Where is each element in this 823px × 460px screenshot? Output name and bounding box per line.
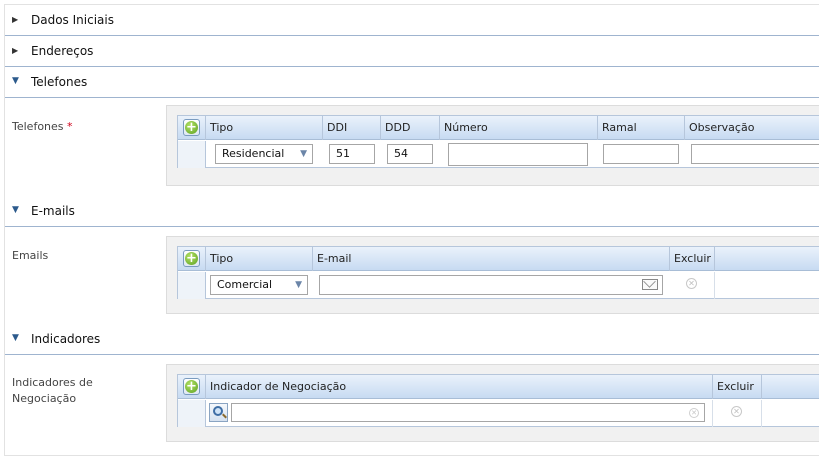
section-title: Dados Iniciais — [31, 13, 114, 27]
section-dados-iniciais[interactable]: ▶ Dados Iniciais — [5, 5, 819, 36]
observacao-input[interactable] — [691, 144, 819, 164]
telefones-grid: + Tipo DDI DDD Número Ramal Observação R… — [177, 115, 819, 168]
chevron-down-icon: ▼ — [295, 280, 302, 290]
add-cell: + — [178, 116, 206, 140]
triangle-right-icon: ▶ — [12, 46, 19, 55]
magnifier-handle — [222, 413, 227, 419]
label-text: Telefones — [12, 120, 64, 133]
grid-header: + Tipo E-mail Excluir — [178, 247, 819, 271]
emails-grid: + Tipo E-mail Excluir ✕ Comercial ▼ — [177, 246, 819, 299]
clear-icon[interactable]: ✕ — [689, 408, 699, 418]
indicadores-grid: + Indicador de Negociação Excluir ✕ ✕ — [177, 374, 819, 427]
add-cell: + — [178, 247, 206, 271]
section-title: Telefones — [31, 75, 88, 89]
excluir-cell: ✕ — [713, 400, 762, 427]
indicadores-field-label: Indicadores de Negociação — [12, 375, 93, 407]
indicadores-panel: + Indicador de Negociação Excluir ✕ ✕ — [166, 364, 819, 442]
col-numero: Número — [440, 116, 598, 140]
required-mark: * — [67, 120, 73, 133]
triangle-down-icon: ▼ — [12, 333, 19, 343]
ramal-input[interactable] — [603, 144, 679, 164]
col-excluir: Excluir — [713, 375, 762, 399]
grid-header: + Tipo DDI DDD Número Ramal Observação — [178, 116, 819, 140]
section-telefones[interactable]: ▼ Telefones — [5, 67, 819, 98]
tipo-select[interactable]: Residencial ▼ — [215, 144, 313, 164]
section-title: Indicadores — [31, 332, 101, 346]
col-ramal: Ramal — [598, 116, 685, 140]
add-row-button[interactable]: + — [183, 250, 200, 267]
row-selector — [178, 141, 206, 168]
col-tipo: Tipo — [206, 247, 313, 271]
col-ddd: DDD — [381, 116, 440, 140]
grid-header: + Indicador de Negociação Excluir — [178, 375, 819, 399]
col-indicador: Indicador de Negociação — [206, 375, 713, 399]
triangle-down-icon: ▼ — [12, 76, 19, 86]
ddi-input[interactable]: 51 — [329, 144, 375, 164]
telefones-field-label: Telefones * — [12, 119, 73, 135]
close-circle-icon[interactable]: ✕ — [686, 278, 697, 289]
envelope-icon — [642, 279, 658, 290]
col-tipo: Tipo — [206, 116, 323, 140]
col-email: E-mail — [313, 247, 670, 271]
triangle-right-icon: ▶ — [12, 15, 19, 24]
indicador-input[interactable]: ✕ — [231, 403, 705, 422]
section-emails[interactable]: ▼ E-mails — [5, 196, 819, 227]
label-line: Indicadores de — [12, 376, 93, 389]
section-enderecos[interactable]: ▶ Endereços — [5, 36, 819, 67]
email-input[interactable] — [319, 275, 663, 295]
close-circle-icon[interactable]: ✕ — [731, 406, 742, 417]
plus-circle-icon: + — [185, 379, 198, 394]
form-frame: ▶ Dados Iniciais ▶ Endereços ▼ Telefones… — [4, 4, 819, 456]
triangle-down-icon: ▼ — [12, 205, 19, 215]
email-tipo-select[interactable]: Comercial ▼ — [210, 275, 308, 295]
add-row-button[interactable]: + — [183, 378, 200, 395]
add-row-button[interactable]: + — [183, 119, 200, 136]
numero-input[interactable] — [448, 143, 588, 166]
emails-panel: + Tipo E-mail Excluir ✕ Comercial ▼ — [166, 236, 819, 314]
section-indicadores[interactable]: ▼ Indicadores — [5, 324, 819, 355]
col-ddi: DDI — [323, 116, 381, 140]
plus-circle-icon: + — [185, 120, 198, 135]
col-excluir: Excluir — [670, 247, 715, 271]
emails-field-label: Emails — [12, 249, 49, 262]
section-title: E-mails — [31, 204, 75, 218]
row-selector — [178, 400, 206, 427]
excluir-cell: ✕ — [670, 272, 715, 299]
col-observacao: Observação — [689, 121, 755, 134]
search-button[interactable] — [209, 403, 228, 422]
chevron-down-icon: ▼ — [300, 149, 307, 159]
row-selector — [178, 272, 206, 299]
tipo-value: Comercial — [217, 278, 273, 291]
ddd-input[interactable]: 54 — [387, 144, 433, 164]
tipo-value: Residencial — [222, 147, 285, 160]
telefones-panel: + Tipo DDI DDD Número Ramal Observação R… — [166, 105, 819, 186]
add-cell: + — [178, 375, 206, 399]
label-line: Negociação — [12, 392, 77, 405]
plus-circle-icon: + — [185, 251, 198, 266]
section-title: Endereços — [31, 44, 94, 58]
indicador-cell: ✕ — [206, 400, 713, 427]
